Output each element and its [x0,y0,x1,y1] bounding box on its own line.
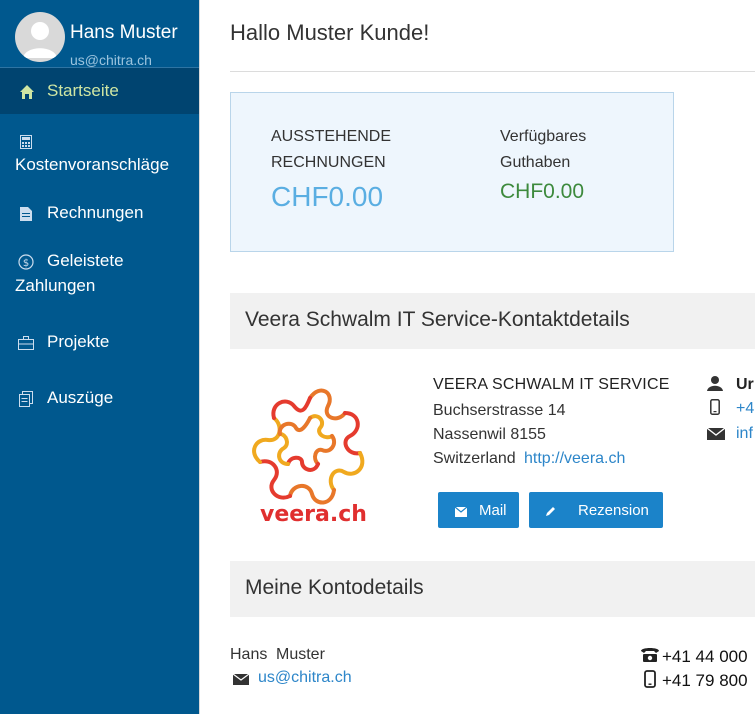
divider [230,71,755,72]
account-section-header: Meine Kontodetails [230,561,755,617]
outstanding-label-1: AUSSTEHENDE [271,128,392,145]
account-section-title: Meine Kontodetails [245,576,424,599]
credit-value: CHF0.00 [500,180,585,203]
mobile-icon [644,670,660,688]
logo-text: veera.ch [260,502,367,527]
phone-icon [640,646,659,662]
envelope-icon [232,672,250,688]
account-email[interactable]: us@chitra.ch [258,669,352,687]
main-content: Hallo Muster Kunde! AUSSTEHENDE RECHNUNG… [200,0,755,714]
credit-label-2: Guthaben [500,154,571,171]
mobile-icon [710,399,726,415]
user-email: us@chitra.ch [70,52,152,68]
user-profile[interactable]: Hans Muster us@chitra.ch [0,0,199,68]
contact-email[interactable]: inf [736,425,753,443]
company-name: VEERA SCHWALM IT SERVICE [433,376,670,393]
company-logo: veera.ch [240,378,380,528]
account-last-name: Muster [276,646,325,663]
outstanding-label-2: RECHNUNGEN [271,154,386,171]
account-first-name: Hans [230,646,268,663]
sidebar-item-projekte[interactable]: Projekte [0,325,199,361]
page-title: Hallo Muster Kunde! [230,20,430,45]
person-icon [707,375,723,391]
contact-person: Ur [736,376,754,393]
sidebar-item-label: Projekte [47,332,110,351]
statement-icon [19,391,35,407]
company-country: Switzerland [433,450,516,467]
document-icon [20,206,36,222]
pencil-icon [545,504,557,516]
review-button[interactable]: Rezension [529,492,663,528]
calculator-icon [20,134,36,150]
mail-button-label: Mail [479,502,507,519]
sidebar-item-rechnungen[interactable]: Rechnungen [0,196,199,232]
sidebar-item-auszuege[interactable]: Auszüge [0,381,199,417]
sidebar-item-label: Startseite [47,81,119,100]
envelope-icon [706,427,726,443]
sidebar-item-label: Geleistete [47,251,124,270]
svg-text:$: $ [23,258,29,269]
sidebar-item-label: Rechnungen [47,203,144,222]
review-button-label: Rezension [578,502,649,519]
company-city: Nassenwil 8155 [433,426,546,443]
account-phone: +41 44 000 [662,647,748,666]
outstanding-value: CHF0.00 [271,181,384,212]
contact-section-header: Veera Schwalm IT Service-Kontaktdetails [230,293,755,349]
envelope-icon [454,504,468,517]
sidebar-item-startseite[interactable]: Startseite [0,68,199,114]
mail-button[interactable]: Mail [438,492,519,528]
company-website-link[interactable]: http://veera.ch [524,450,625,468]
account-mobile: +41 79 800 [662,671,748,690]
sidebar-item-label-2: Zahlungen [15,276,96,295]
sidebar-item-label: Auszüge [47,388,114,407]
contact-section-title: Veera Schwalm IT Service-Kontaktdetails [245,308,630,331]
home-icon [19,84,35,100]
dollar-icon: $ [18,254,34,270]
avatar [15,12,65,62]
company-street: Buchserstrasse 14 [433,402,566,419]
contact-phone[interactable]: +4 [736,400,754,418]
user-name: Hans Muster [70,22,178,43]
sidebar: Hans Muster us@chitra.ch Startseite Kost… [0,0,200,714]
credit-label-1: Verfügbares [500,128,587,145]
balance-panel: AUSSTEHENDE RECHNUNGEN CHF0.00 Verfügbar… [230,92,674,252]
sidebar-item-zahlungen[interactable]: $ Geleistete Zahlungen [0,244,199,304]
briefcase-icon [18,335,34,351]
sidebar-item-label: Kostenvoranschläge [15,155,170,174]
sidebar-item-kostenvoranschlaege[interactable]: Kostenvoranschläge [0,114,199,184]
